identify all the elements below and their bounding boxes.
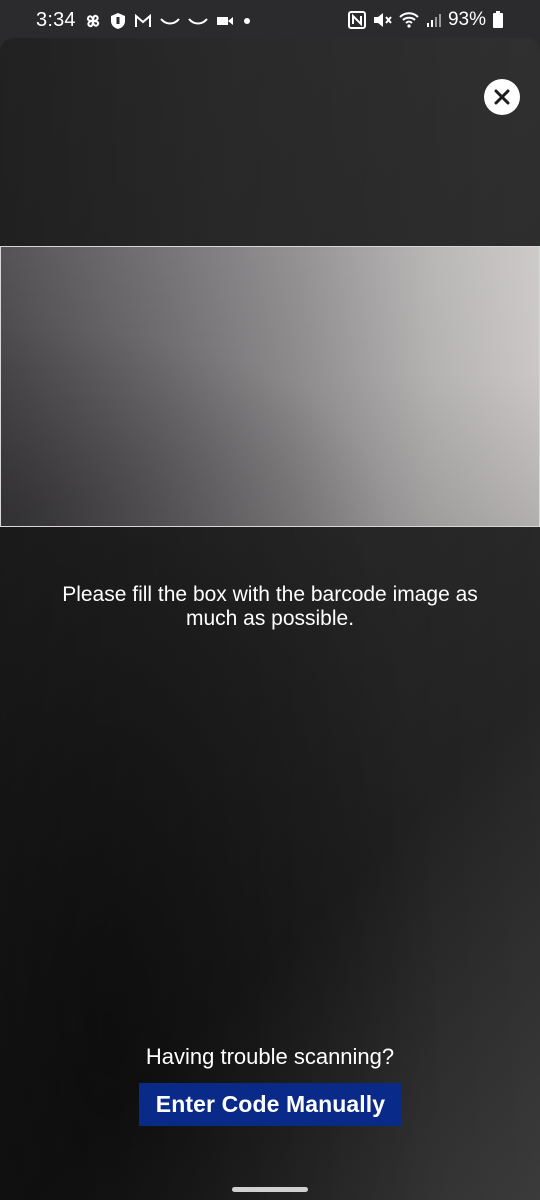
close-button[interactable]	[484, 79, 520, 115]
shield-icon	[110, 12, 126, 30]
enter-code-manually-button[interactable]: Enter Code Manually	[139, 1083, 402, 1126]
status-bar: 3:34 93%	[0, 0, 540, 40]
pinwheel-icon	[84, 12, 102, 30]
wifi-icon	[398, 11, 420, 29]
home-indicator[interactable]	[232, 1187, 308, 1192]
mute-icon	[372, 11, 392, 29]
wave-icon	[187, 16, 208, 26]
battery-icon	[492, 11, 504, 29]
scan-instruction: Please fill the box with the barcode ima…	[62, 583, 478, 630]
status-right: 93%	[347, 9, 504, 31]
battery-percent: 93%	[447, 9, 486, 30]
status-left: 3:34	[36, 9, 252, 32]
status-time: 3:34	[36, 9, 76, 31]
video-icon	[216, 15, 234, 27]
scanner-screen: 3:34 93% Please fill the box with the ba…	[0, 0, 540, 1200]
wave-icon	[159, 16, 180, 26]
scan-frame-shade	[1, 247, 539, 526]
scan-frame	[0, 246, 540, 527]
signal-icon	[426, 12, 442, 28]
trouble-scanning-text: Having trouble scanning?	[145, 1044, 395, 1069]
nfc-icon	[347, 11, 366, 29]
dot-icon	[242, 16, 252, 26]
close-icon	[494, 89, 510, 105]
gmail-icon	[134, 13, 152, 28]
